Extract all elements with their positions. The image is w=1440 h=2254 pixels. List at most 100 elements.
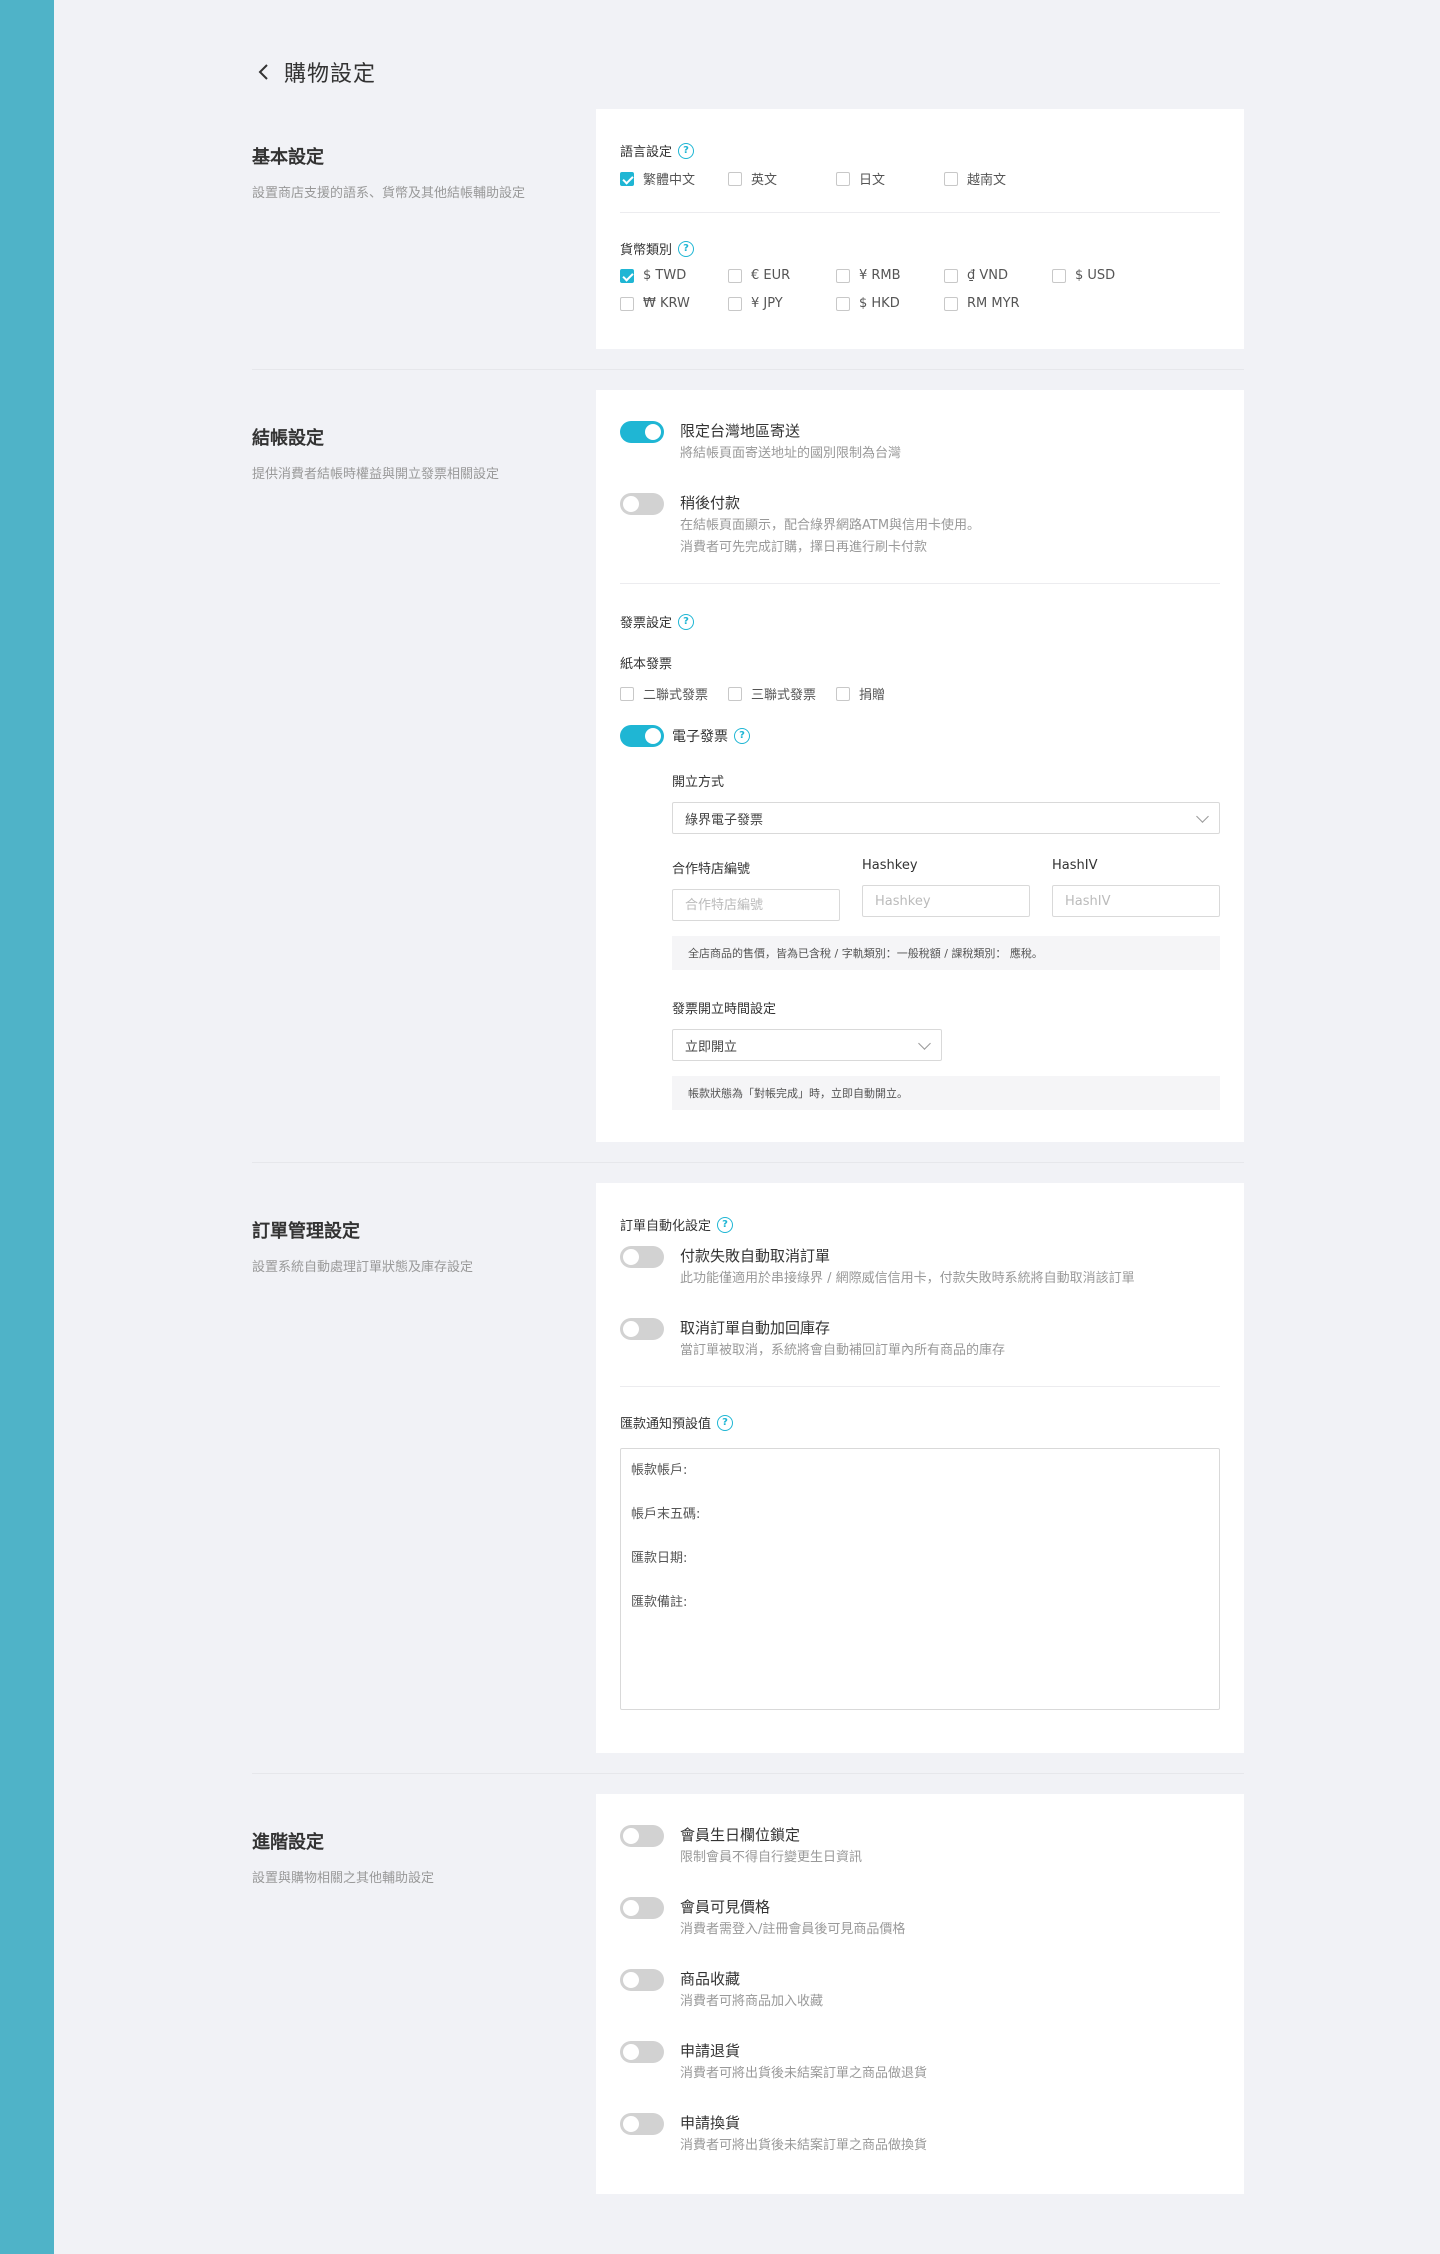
- currency-option-hkd[interactable]: $ HKD: [836, 296, 944, 311]
- checkbox-icon[interactable]: [728, 268, 742, 283]
- section-divider: [252, 1773, 1244, 1774]
- toggle-title: 限定台灣地區寄送: [680, 422, 801, 440]
- help-icon[interactable]: ?: [734, 728, 750, 744]
- currency-option-myr[interactable]: RM MYR: [944, 296, 1052, 311]
- paper-invoice-duplicate[interactable]: 二聯式發票: [620, 684, 728, 703]
- checkbox-icon[interactable]: [836, 268, 850, 283]
- toggle-desc: 在結帳頁面顯示，配合綠界網路ATM與信用卡使用。: [680, 518, 981, 533]
- invoice-label-row: 發票設定 ?: [620, 612, 1220, 631]
- page-header: 購物設定: [252, 56, 376, 88]
- einvoice-toggle[interactable]: [620, 725, 664, 747]
- help-icon[interactable]: ?: [678, 240, 695, 257]
- checkbox-icon[interactable]: [620, 686, 634, 701]
- paper-invoice-donate[interactable]: 捐贈: [836, 684, 944, 703]
- currency-label-row: 貨幣類別 ?: [620, 239, 1220, 258]
- checkbox-icon[interactable]: [836, 686, 850, 701]
- birthday-lock-toggle[interactable]: [620, 1825, 664, 1847]
- currency-option-eur[interactable]: € EUR: [728, 268, 836, 283]
- language-label: 語言設定: [620, 145, 673, 160]
- help-icon[interactable]: ?: [678, 142, 695, 159]
- merchant-id-input[interactable]: [672, 889, 840, 921]
- currency-option-jpy[interactable]: ¥ JPY: [728, 296, 836, 311]
- checkbox-icon[interactable]: [620, 171, 634, 186]
- taiwan-shipping-toggle[interactable]: [620, 421, 664, 443]
- exchange-request-toggle[interactable]: [620, 2113, 664, 2135]
- language-option-ja[interactable]: 日文: [836, 169, 944, 188]
- member-price-toggle[interactable]: [620, 1897, 664, 1919]
- toggle-desc: 將結帳頁面寄送地址的國別限制為台灣: [680, 446, 902, 461]
- method-label: 開立方式: [672, 775, 725, 790]
- checkout-settings-card: 限定台灣地區寄送 將結帳頁面寄送地址的國別限制為台灣 稍後付款 在結帳頁面顯示，…: [596, 390, 1244, 1142]
- hashkey-input[interactable]: [862, 885, 1030, 917]
- auto-restock-toggle[interactable]: [620, 1318, 664, 1340]
- birthday-lock-row: 會員生日欄位鎖定 限制會員不得自行變更生日資訊: [620, 1825, 1220, 1869]
- einvoice-settings: 開立方式 綠界電子發票 合作特店編號 Hashkey HashIV 全店商品的售…: [672, 771, 1220, 1110]
- toggle-title: 付款失敗自動取消訂單: [680, 1247, 831, 1265]
- advanced-section-title: 進階設定: [252, 1832, 324, 1853]
- checkbox-icon[interactable]: [944, 171, 958, 186]
- timing-note: 帳款狀態為「對帳完成」時，立即自動開立。: [672, 1076, 1220, 1110]
- currency-option-krw[interactable]: ₩ KRW: [620, 296, 728, 311]
- toggle-knob: [623, 1321, 639, 1337]
- language-option-zh-tw[interactable]: 繁體中文: [620, 169, 728, 188]
- order-section-title: 訂單管理設定: [252, 1221, 360, 1242]
- return-request-toggle[interactable]: [620, 2041, 664, 2063]
- checkbox-icon[interactable]: [836, 296, 850, 311]
- toggle-desc: 消費者可先完成訂購，擇日再進行刷卡付款: [680, 540, 928, 555]
- language-options: 繁體中文 英文 日文 越南文: [620, 169, 1220, 188]
- toggle-title: 商品收藏: [680, 1970, 741, 1988]
- language-option-vi[interactable]: 越南文: [944, 169, 1052, 188]
- remittance-label-row: 匯款通知預設值 ?: [620, 1413, 1220, 1432]
- method-select[interactable]: 綠界電子發票: [672, 802, 1220, 834]
- order-section-desc: 設置系統自動處理訂單狀態及庫存設定: [252, 1260, 474, 1275]
- toggle-title: 取消訂單自動加回庫存: [680, 1319, 831, 1337]
- chevron-left-icon[interactable]: [252, 60, 276, 84]
- checkbox-icon[interactable]: [620, 268, 634, 283]
- basic-section-title: 基本設定: [252, 147, 324, 168]
- remittance-textarea[interactable]: 帳款帳戶: 帳戶末五碼: 匯款日期: 匯款備註:: [620, 1448, 1220, 1710]
- advanced-section-info: 進階設定 設置與購物相關之其他輔助設定: [252, 1828, 434, 1886]
- checkbox-icon[interactable]: [728, 686, 742, 701]
- checkout-section-desc: 提供消費者結帳時權益與開立發票相關設定: [252, 467, 500, 482]
- favorites-toggle[interactable]: [620, 1969, 664, 1991]
- toggle-knob: [623, 1828, 639, 1844]
- section-divider: [252, 369, 1244, 370]
- basic-section-info: 基本設定 設置商店支援的語系、貨幣及其他結帳輔助設定: [252, 143, 525, 201]
- help-icon[interactable]: ?: [717, 1216, 734, 1233]
- currency-option-twd[interactable]: $ TWD: [620, 268, 728, 283]
- sidebar: [0, 0, 54, 2254]
- checkbox-icon[interactable]: [944, 268, 958, 283]
- checkbox-icon[interactable]: [944, 296, 958, 311]
- checkbox-icon[interactable]: [728, 171, 742, 186]
- toggle-knob: [623, 1900, 639, 1916]
- timing-select-value: 立即開立: [685, 1039, 738, 1055]
- toggle-desc: 消費者需登入/註冊會員後可見商品價格: [680, 1922, 906, 1937]
- pay-later-toggle[interactable]: [620, 493, 664, 515]
- merchant-id-label: 合作特店編號: [672, 862, 751, 877]
- remittance-label: 匯款通知預設值: [620, 1417, 712, 1432]
- currency-option-rmb[interactable]: ¥ RMB: [836, 268, 944, 283]
- checkout-section-info: 結帳設定 提供消費者結帳時權益與開立發票相關設定: [252, 424, 499, 482]
- einvoice-label: 電子發票: [672, 729, 728, 745]
- checkbox-icon[interactable]: [620, 296, 634, 311]
- page-title: 購物設定: [284, 62, 377, 87]
- paper-invoice-label: 紙本發票: [620, 657, 673, 672]
- help-icon[interactable]: ?: [717, 1414, 734, 1431]
- help-icon[interactable]: ?: [678, 613, 695, 630]
- currency-option-usd[interactable]: $ USD: [1052, 268, 1160, 283]
- auto-cancel-toggle[interactable]: [620, 1246, 664, 1268]
- favorites-row: 商品收藏 消費者可將商品加入收藏: [620, 1969, 1220, 2013]
- toggle-desc: 消費者可將出貨後未結案訂單之商品做退貨: [680, 2066, 928, 2081]
- hashiv-input[interactable]: [1052, 885, 1220, 917]
- toggle-title: 會員生日欄位鎖定: [680, 1826, 801, 1844]
- basic-settings-card: 語言設定 ? 繁體中文 英文 日文 越南文 貨幣類別 ? $ TWD € EUR…: [596, 109, 1244, 349]
- toggle-title: 稍後付款: [680, 494, 741, 512]
- checkbox-icon[interactable]: [1052, 268, 1066, 283]
- paper-invoice-triplicate[interactable]: 三聯式發票: [728, 684, 836, 703]
- currency-option-vnd[interactable]: ₫ VND: [944, 268, 1052, 283]
- checkbox-icon[interactable]: [728, 296, 742, 311]
- chevron-down-icon: [1196, 809, 1209, 823]
- language-option-en[interactable]: 英文: [728, 169, 836, 188]
- checkbox-icon[interactable]: [836, 171, 850, 186]
- timing-select[interactable]: 立即開立: [672, 1029, 942, 1061]
